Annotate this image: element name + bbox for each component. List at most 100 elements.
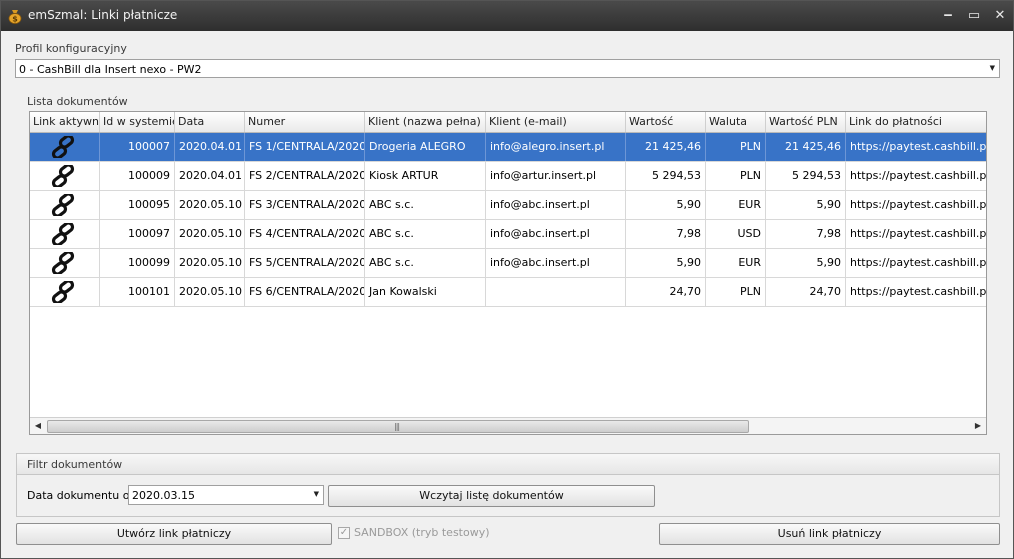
value-cell: 24,70: [626, 278, 706, 306]
currency-cell: EUR: [706, 191, 766, 219]
table-row[interactable]: 100009 2020.04.01 FS 2/CENTRALA/2020 Kiosk …: [30, 162, 986, 191]
date-from-picker[interactable]: 2020.03.15 ▼: [128, 485, 324, 505]
column-header-number[interactable]: Numer: [245, 112, 365, 132]
date-from-label: Data dokumentu od: [27, 489, 137, 502]
column-header-currency[interactable]: Waluta: [706, 112, 766, 132]
client-name-cell: ABC s.c.: [365, 191, 486, 219]
client-name-cell: ABC s.c.: [365, 249, 486, 277]
main-window: $ emSzmal: Linki płatnicze ‒ ▭ ✕ Profil …: [0, 0, 1014, 559]
number-cell: FS 1/CENTRALA/2020: [245, 133, 365, 161]
profile-label: Profil konfiguracyjny: [15, 42, 127, 55]
value-cell: 5,90: [626, 249, 706, 277]
number-cell: FS 3/CENTRALA/2020: [245, 191, 365, 219]
client-email-cell: info@alegro.insert.pl: [486, 133, 626, 161]
column-header-value-pln[interactable]: Wartość PLN: [766, 112, 846, 132]
scrollbar-thumb[interactable]: |||: [47, 420, 749, 433]
number-cell: FS 2/CENTRALA/2020: [245, 162, 365, 190]
column-header-payment-link[interactable]: Link do płatności: [846, 112, 986, 132]
payment-link-cell[interactable]: https://paytest.cashbill.pl/pl/: [846, 249, 986, 277]
close-button[interactable]: ✕: [989, 7, 1011, 25]
money-bag-icon: $: [8, 10, 22, 24]
documents-label: Lista dokumentów: [27, 95, 128, 108]
value-pln-cell: 5 294,53: [766, 162, 846, 190]
scroll-right-icon[interactable]: ▶: [970, 418, 986, 434]
value-cell: 5 294,53: [626, 162, 706, 190]
link-active-cell[interactable]: [30, 220, 100, 248]
link-active-cell[interactable]: [30, 278, 100, 306]
payment-link-cell[interactable]: https://paytest.cashbill.pl/pl/: [846, 162, 986, 190]
grip-icon: |||: [394, 422, 400, 431]
number-cell: FS 4/CENTRALA/2020: [245, 220, 365, 248]
filter-group-header: Filtr dokumentów: [17, 454, 999, 475]
column-header-client-email[interactable]: Klient (e-mail): [486, 112, 626, 132]
date-cell: 2020.05.10: [175, 249, 245, 277]
payment-link-cell[interactable]: https://paytest.cashbill.pl/pl/: [846, 191, 986, 219]
column-header-date[interactable]: Data: [175, 112, 245, 132]
payment-link-cell[interactable]: https://paytest.cashbill.pl/pl/: [846, 133, 986, 161]
documents-grid[interactable]: Link aktywny Id w systemie Data Numer Kl…: [29, 111, 987, 435]
currency-cell: EUR: [706, 249, 766, 277]
table-row[interactable]: 100101 2020.05.10 FS 6/CENTRALA/2020 Jan Ko…: [30, 278, 986, 307]
currency-cell: PLN: [706, 162, 766, 190]
date-cell: 2020.05.10: [175, 220, 245, 248]
client-email-cell: [486, 278, 626, 306]
client-email-cell: info@abc.insert.pl: [486, 220, 626, 248]
filter-group-title: Filtr dokumentów: [27, 458, 123, 471]
value-cell: 5,90: [626, 191, 706, 219]
value-pln-cell: 24,70: [766, 278, 846, 306]
value-pln-cell: 5,90: [766, 249, 846, 277]
currency-cell: PLN: [706, 278, 766, 306]
currency-cell: USD: [706, 220, 766, 248]
date-cell: 2020.04.01: [175, 162, 245, 190]
sandbox-checkbox[interactable]: ✓: [338, 527, 350, 539]
column-header-link-active[interactable]: Link aktywny: [30, 112, 100, 132]
id-cell: 100009: [100, 162, 175, 190]
sandbox-label: SANDBOX (tryb testowy): [354, 526, 490, 539]
load-documents-button[interactable]: Wczytaj listę dokumentów: [328, 485, 655, 507]
column-header-value[interactable]: Wartość: [626, 112, 706, 132]
window-title: emSzmal: Linki płatnicze: [28, 8, 178, 22]
column-header-id[interactable]: Id w systemie: [100, 112, 175, 132]
link-active-cell[interactable]: [30, 249, 100, 277]
chain-link-icon: [51, 281, 75, 303]
payment-link-cell[interactable]: https://paytest.cashbill.pl/pl/: [846, 278, 986, 306]
column-header-client-name[interactable]: Klient (nazwa pełna): [365, 112, 486, 132]
chain-link-icon: [51, 252, 75, 274]
client-name-cell: Jan Kowalski: [365, 278, 486, 306]
client-name-cell: Drogeria ALEGRO: [365, 133, 486, 161]
filter-group: Filtr dokumentów Data dokumentu od 2020.…: [16, 453, 1000, 517]
date-from-value: 2020.03.15: [132, 489, 195, 502]
date-cell: 2020.05.10: [175, 191, 245, 219]
table-row[interactable]: 100097 2020.05.10 FS 4/CENTRALA/2020 ABC s.…: [30, 220, 986, 249]
id-cell: 100097: [100, 220, 175, 248]
id-cell: 100007: [100, 133, 175, 161]
table-row[interactable]: 100007 2020.04.01 FS 1/CENTRALA/2020 Droger…: [30, 133, 986, 162]
profile-select[interactable]: 0 - CashBill dla Insert nexo - PW2 ▼: [15, 59, 1000, 78]
maximize-button[interactable]: ▭: [963, 7, 985, 25]
date-cell: 2020.05.10: [175, 278, 245, 306]
date-cell: 2020.04.01: [175, 133, 245, 161]
svg-text:$: $: [12, 15, 18, 24]
number-cell: FS 6/CENTRALA/2020: [245, 278, 365, 306]
table-row[interactable]: 100095 2020.05.10 FS 3/CENTRALA/2020 ABC s.…: [30, 191, 986, 220]
value-pln-cell: 5,90: [766, 191, 846, 219]
table-row[interactable]: 100099 2020.05.10 FS 5/CENTRALA/2020 ABC s.…: [30, 249, 986, 278]
chain-link-icon: [51, 194, 75, 216]
link-active-cell[interactable]: [30, 191, 100, 219]
scroll-left-icon[interactable]: ◀: [30, 418, 46, 434]
chevron-down-icon: ▼: [313, 490, 319, 498]
value-cell: 7,98: [626, 220, 706, 248]
client-name-cell: ABC s.c.: [365, 220, 486, 248]
link-active-cell[interactable]: [30, 162, 100, 190]
id-cell: 100101: [100, 278, 175, 306]
chain-link-icon: [51, 223, 75, 245]
link-active-cell[interactable]: [30, 133, 100, 161]
payment-link-cell[interactable]: https://paytest.cashbill.pl/pl/: [846, 220, 986, 248]
client-name-cell: Kiosk ARTUR: [365, 162, 486, 190]
title-bar[interactable]: $ emSzmal: Linki płatnicze ‒ ▭ ✕: [1, 1, 1013, 31]
create-link-button[interactable]: Utwórz link płatniczy: [16, 523, 332, 545]
currency-cell: PLN: [706, 133, 766, 161]
horizontal-scrollbar[interactable]: ◀ ||| ▶: [30, 417, 986, 434]
minimize-button[interactable]: ‒: [937, 7, 959, 25]
delete-link-button[interactable]: Usuń link płatniczy: [659, 523, 1000, 545]
